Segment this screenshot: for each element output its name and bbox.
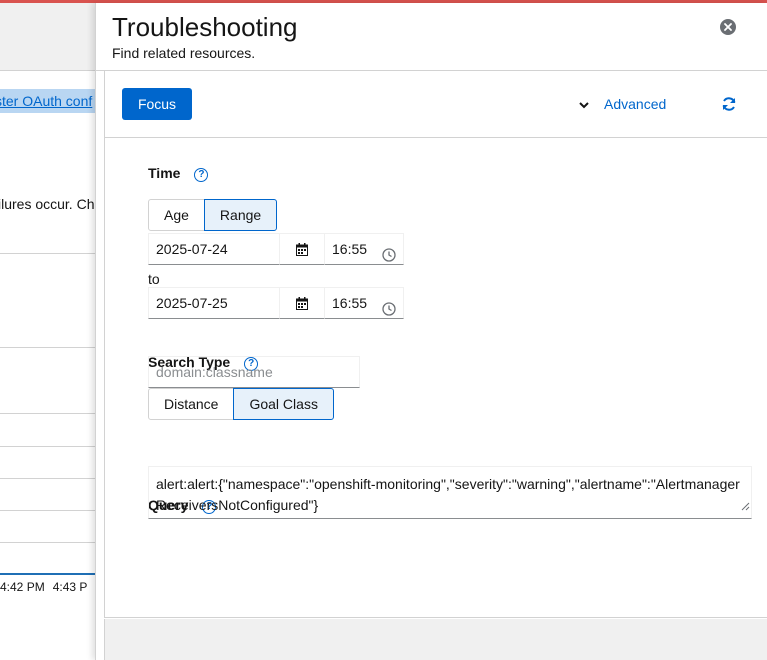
end-time-input[interactable]: 16:55 [324, 287, 404, 319]
advanced-label: Advanced [604, 96, 667, 112]
end-datetime: 2025-07-25 16:55 [148, 287, 404, 319]
drawer-subtitle: Find related resources. [112, 45, 256, 61]
troubleshooting-drawer: Troubleshooting Find related resources. … [95, 3, 767, 660]
drawer-footer [104, 619, 767, 660]
calendar-icon[interactable] [280, 287, 324, 319]
chart-axis-line [0, 573, 100, 575]
time-mode-toggle: Age Range [148, 199, 278, 231]
divider [0, 478, 100, 479]
search-type-toggle: Distance Goal Class [148, 388, 334, 420]
time-tick: 4:43 P [52, 580, 88, 594]
time-axis-labels: 4:42 PM 4:43 P [0, 580, 100, 594]
search-type-distance[interactable]: Distance [148, 388, 235, 420]
drawer-body: Focus Advanced Time? Age Range 2025-07-2… [104, 71, 767, 618]
help-icon[interactable]: ? [194, 168, 209, 182]
background-page: ster OAuth conf ilures occur. Ch 4:42 PM… [0, 3, 100, 660]
start-datetime: 2025-07-24 16:55 [148, 233, 404, 265]
background-body-text: ilures occur. Ch [0, 196, 95, 212]
search-type-goal-class[interactable]: Goal Class [233, 388, 334, 420]
divider [0, 253, 100, 254]
time-tick: 4:42 PM [0, 580, 45, 594]
clock-icon[interactable] [382, 242, 396, 272]
background-link-text: ster OAuth conf [0, 93, 93, 109]
query-value: alert:alert:{"namespace":"openshift-moni… [156, 476, 740, 513]
refresh-icon[interactable] [721, 96, 739, 114]
focus-button[interactable]: Focus [122, 88, 192, 120]
divider [0, 510, 100, 511]
background-header [0, 3, 100, 71]
divider [0, 413, 100, 414]
divider [0, 542, 100, 543]
drawer-header: Troubleshooting Find related resources. [96, 3, 767, 71]
time-mode-age[interactable]: Age [148, 199, 205, 231]
goal-class-input[interactable]: domain:classname [148, 356, 360, 388]
start-date-input[interactable]: 2025-07-24 [148, 233, 280, 265]
toolbar: Focus Advanced [105, 71, 767, 138]
start-time-value: 16:55 [332, 241, 368, 257]
time-label-text: Time [148, 165, 181, 181]
end-time-value: 16:55 [332, 295, 368, 311]
query-textarea[interactable]: alert:alert:{"namespace":"openshift-moni… [148, 466, 752, 519]
time-mode-range[interactable]: Range [203, 199, 278, 231]
calendar-icon[interactable] [280, 233, 324, 265]
background-text: ilures occur. Ch [0, 196, 100, 212]
clock-icon[interactable] [382, 296, 396, 326]
end-date-input[interactable]: 2025-07-25 [148, 287, 280, 319]
close-icon[interactable] [720, 19, 736, 35]
divider [0, 347, 100, 348]
advanced-toggle[interactable]: Advanced [579, 96, 666, 112]
to-label: to [148, 271, 160, 287]
chevron-down-icon [579, 96, 595, 112]
resize-grip-icon[interactable] [741, 496, 750, 517]
divider [0, 446, 100, 447]
drawer-title: Troubleshooting [112, 12, 298, 42]
time-label: Time? [148, 165, 209, 182]
background-link[interactable]: ster OAuth conf [0, 89, 100, 113]
start-time-input[interactable]: 16:55 [324, 233, 404, 265]
